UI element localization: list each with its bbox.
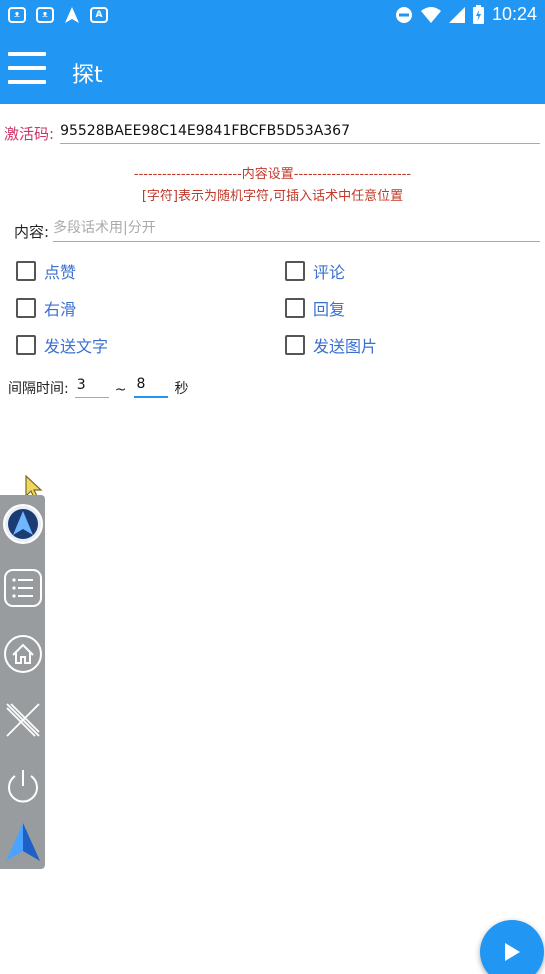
interval-separator: ~ bbox=[114, 382, 127, 398]
send-image-label: 发送图片 bbox=[313, 337, 378, 356]
swipe-right-label: 右滑 bbox=[44, 300, 77, 319]
interval-unit: 秒 bbox=[174, 381, 189, 397]
checkbox-box[interactable] bbox=[285, 298, 305, 318]
send-image-checkbox[interactable]: 发送图片 bbox=[285, 333, 377, 357]
section-hint: [字符]表示为随机字符,可插入话术中任意位置 bbox=[141, 189, 404, 204]
app-bar: 探t bbox=[0, 30, 545, 104]
battery-icon bbox=[472, 5, 484, 24]
checkbox-box[interactable] bbox=[285, 261, 305, 281]
reply-checkbox[interactable]: 回复 bbox=[285, 296, 345, 320]
wifi-icon bbox=[420, 6, 441, 23]
app-logo-icon[interactable] bbox=[0, 499, 45, 549]
interval-min-input[interactable] bbox=[74, 377, 109, 398]
close-icon[interactable] bbox=[0, 695, 45, 745]
like-label: 点赞 bbox=[44, 263, 77, 282]
navigation-arrow-icon[interactable] bbox=[0, 817, 45, 867]
comment-checkbox[interactable]: 评论 bbox=[285, 259, 345, 283]
play-icon bbox=[505, 943, 520, 961]
status-bar: ᴥ ᴥ A 10:24 bbox=[0, 0, 545, 30]
page-title: 探t bbox=[72, 63, 103, 88]
checkbox-box[interactable] bbox=[285, 335, 305, 355]
home-icon[interactable] bbox=[0, 629, 45, 679]
send-text-checkbox[interactable]: 发送文字 bbox=[16, 333, 108, 357]
a-box-icon: A bbox=[90, 7, 108, 23]
content-label: 内容: bbox=[14, 223, 50, 241]
list-icon[interactable] bbox=[0, 563, 45, 613]
status-right-icons: 10:24 bbox=[395, 4, 537, 25]
checkbox-box[interactable] bbox=[16, 261, 36, 281]
interval-row: 间隔时间: ~ 秒 bbox=[8, 376, 188, 398]
navigation-arrow-icon bbox=[65, 7, 79, 23]
status-time: 10:24 bbox=[491, 4, 537, 24]
floating-toolbar bbox=[0, 495, 45, 869]
play-button[interactable] bbox=[480, 920, 544, 974]
send-text-label: 发送文字 bbox=[44, 337, 109, 356]
comment-label: 评论 bbox=[313, 263, 346, 282]
like-checkbox[interactable]: 点赞 bbox=[16, 259, 76, 283]
checkbox-box[interactable] bbox=[16, 335, 36, 355]
cat-face-icon: ᴥ bbox=[36, 7, 54, 23]
section-divider-title: -----------------------内容设置-------------… bbox=[133, 167, 412, 182]
content-input[interactable] bbox=[53, 218, 540, 242]
hamburger-icon[interactable] bbox=[8, 52, 46, 84]
swipe-right-checkbox[interactable]: 右滑 bbox=[16, 296, 76, 320]
reply-label: 回复 bbox=[313, 300, 346, 319]
checkbox-box[interactable] bbox=[16, 298, 36, 318]
signal-icon bbox=[448, 6, 465, 23]
status-left-icons: ᴥ ᴥ A bbox=[8, 6, 108, 24]
activation-code-field[interactable]: 95528BAEE98C14E9841FBCFB5D53A367 bbox=[60, 123, 540, 144]
content-row: 内容: bbox=[14, 218, 540, 242]
cat-face-icon: ᴥ bbox=[8, 7, 26, 23]
minus-circle-icon bbox=[395, 6, 412, 23]
power-icon[interactable] bbox=[0, 761, 45, 811]
interval-label: 间隔时间: bbox=[8, 381, 69, 397]
interval-max-input[interactable] bbox=[134, 376, 169, 398]
activation-code-row: 激活码: 95528BAEE98C14E9841FBCFB5D53A367 bbox=[4, 123, 540, 144]
activation-code-label: 激活码: bbox=[4, 125, 55, 143]
